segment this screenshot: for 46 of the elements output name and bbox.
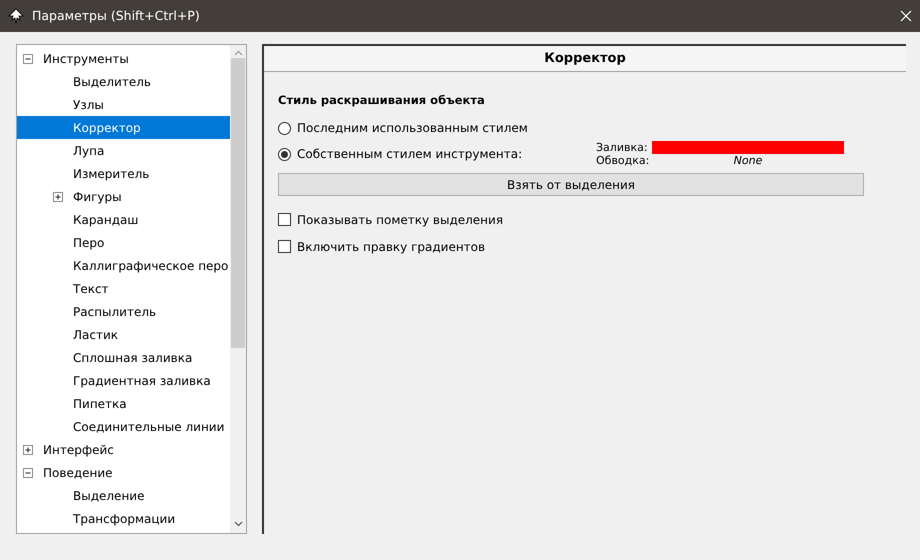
- collapse-icon[interactable]: [23, 54, 33, 64]
- tree-item[interactable]: Ластик: [17, 323, 230, 346]
- radio-button[interactable]: [278, 122, 291, 135]
- tree-item[interactable]: Корректор: [17, 116, 230, 139]
- tree-item[interactable]: Инструменты: [17, 47, 230, 70]
- tree-item[interactable]: Измеритель: [17, 162, 230, 185]
- tree-item[interactable]: Распылитель: [17, 300, 230, 323]
- checkbox-label[interactable]: Показывать пометку выделения: [297, 210, 504, 229]
- stroke-value: None: [732, 154, 764, 168]
- tree-item[interactable]: Выделение: [17, 484, 230, 507]
- checkbox-label[interactable]: Включить правку градиентов: [297, 238, 486, 256]
- scroll-thumb[interactable]: [231, 58, 245, 348]
- tree-item[interactable]: Карандаш: [17, 208, 230, 231]
- expand-icon[interactable]: [53, 192, 63, 202]
- take-from-selection-button[interactable]: Взять от выделения: [278, 173, 864, 196]
- tree-item[interactable]: Сплошная заливка: [17, 346, 230, 369]
- radio-button[interactable]: [278, 148, 291, 161]
- collapse-icon[interactable]: [23, 468, 33, 478]
- checkbox[interactable]: [278, 240, 291, 254]
- tree-item[interactable]: Лупа: [17, 139, 230, 162]
- window-title: Параметры (Shift+Ctrl+P): [32, 6, 201, 25]
- radio-label[interactable]: Последним использованным стилем: [297, 119, 528, 138]
- tree-item[interactable]: Текст: [17, 277, 230, 300]
- tree-item[interactable]: Выделитель: [17, 70, 230, 93]
- stroke-label: Обводка:: [596, 154, 648, 168]
- fill-swatch[interactable]: [652, 141, 844, 154]
- app-logo-icon: [8, 8, 24, 24]
- tree-item[interactable]: Фигуры: [17, 185, 230, 208]
- close-icon[interactable]: [900, 10, 912, 22]
- checkbox[interactable]: [278, 213, 291, 226]
- fill-label: Заливка:: [596, 141, 648, 154]
- scroll-down-icon[interactable]: [234, 521, 242, 527]
- tree-item[interactable]: Перо: [17, 231, 230, 254]
- tree-item[interactable]: Поведение: [17, 461, 230, 484]
- panel-title: Корректор: [544, 50, 626, 68]
- tree-item[interactable]: Градиентная заливка: [17, 369, 230, 392]
- tree-item[interactable]: Трансформации: [17, 507, 230, 530]
- tree-item[interactable]: Интерфейс: [17, 438, 230, 461]
- tree-item[interactable]: Узлы: [17, 93, 230, 116]
- scrollbar[interactable]: [230, 45, 246, 533]
- radio-label[interactable]: Собственным стилем инструмента:: [297, 145, 522, 164]
- tree-item[interactable]: Каллиграфическое перо: [17, 254, 230, 277]
- tree-item[interactable]: Соединительные линии: [17, 415, 230, 438]
- tree-item[interactable]: Пипетка: [17, 392, 230, 415]
- expand-icon[interactable]: [23, 444, 33, 454]
- section-heading: Стиль раскрашивания объекта: [278, 92, 486, 109]
